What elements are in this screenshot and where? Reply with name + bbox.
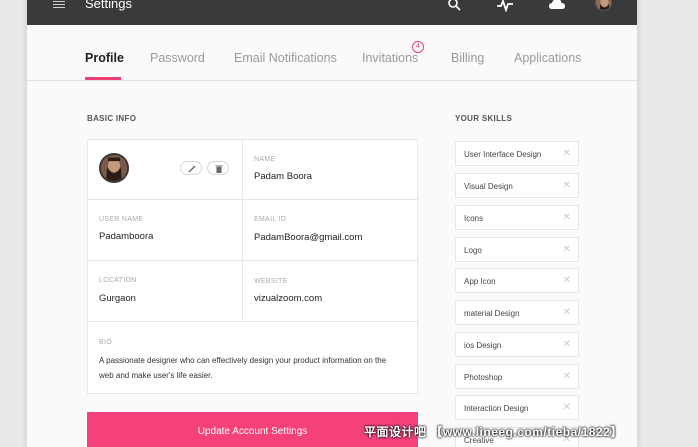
location-value[interactable]: Gurgaon bbox=[99, 293, 136, 304]
skills-heading: YOUR SKILLS bbox=[455, 114, 513, 123]
skill-chip: ios Design ✕ bbox=[455, 332, 579, 357]
pulse-icon[interactable] bbox=[497, 0, 513, 12]
skill-chip: Photoshop ✕ bbox=[455, 364, 579, 389]
bio-label: BIO bbox=[99, 339, 112, 346]
bio-value[interactable]: A passionate designer who can effectivel… bbox=[99, 353, 389, 383]
profile-avatar[interactable] bbox=[99, 153, 129, 183]
menu-icon[interactable] bbox=[53, 1, 65, 9]
email-value[interactable]: PadamBoora@gmail.com bbox=[254, 232, 362, 243]
tab-password[interactable]: Password bbox=[150, 51, 205, 65]
skill-chip: Logo ✕ bbox=[455, 237, 579, 262]
tab-billing[interactable]: Billing bbox=[451, 51, 484, 65]
delete-avatar-button[interactable] bbox=[207, 161, 229, 175]
page-title: Settings bbox=[85, 0, 132, 11]
user-avatar[interactable] bbox=[595, 0, 612, 11]
cloud-icon[interactable] bbox=[549, 0, 565, 12]
name-value[interactable]: Padam Boora bbox=[254, 171, 312, 182]
tab-applications[interactable]: Applications bbox=[514, 51, 581, 65]
basic-info-card: NAME Padam Boora USER NAME Padamboora EM… bbox=[87, 139, 419, 394]
divider bbox=[88, 321, 419, 322]
search-icon[interactable] bbox=[447, 0, 463, 12]
skill-label: ios Design bbox=[464, 341, 502, 350]
remove-icon[interactable]: ✕ bbox=[563, 307, 571, 319]
tab-email-notifications[interactable]: Email Notifications bbox=[234, 51, 337, 65]
skill-label: User Interface Design bbox=[464, 150, 542, 159]
location-label: LOCATION bbox=[99, 277, 137, 284]
watermark: 平面设计吧 【www.lineeg.com/tieba/1822】 bbox=[364, 425, 623, 439]
skill-label: Interaction Design bbox=[464, 404, 529, 413]
tab-profile[interactable]: Profile bbox=[85, 51, 124, 65]
remove-icon[interactable]: ✕ bbox=[563, 275, 571, 287]
skill-label: Logo bbox=[464, 246, 482, 255]
skill-label: App Icon bbox=[464, 277, 496, 286]
remove-icon[interactable]: ✕ bbox=[563, 180, 571, 192]
website-label: WEBSITE bbox=[254, 278, 288, 285]
username-value[interactable]: Padamboora bbox=[99, 231, 153, 242]
skill-label: Icons bbox=[464, 214, 484, 223]
skill-chip: material Design ✕ bbox=[455, 300, 579, 325]
tab-invitations[interactable]: Invitations bbox=[362, 51, 418, 65]
remove-icon[interactable]: ✕ bbox=[563, 212, 571, 224]
username-label: USER NAME bbox=[99, 216, 144, 223]
pencil-icon bbox=[188, 165, 196, 173]
skill-chip: Interaction Design ✕ bbox=[455, 395, 579, 420]
top-bar: Settings bbox=[27, 0, 637, 25]
skill-label: Visual Design bbox=[464, 182, 513, 191]
remove-icon[interactable]: ✕ bbox=[563, 339, 571, 351]
divider bbox=[88, 260, 419, 261]
settings-tabs: Profile Password Email Notifications Inv… bbox=[27, 25, 637, 81]
remove-icon[interactable]: ✕ bbox=[563, 148, 571, 160]
edit-avatar-button[interactable] bbox=[180, 161, 202, 175]
basic-info-heading: BASIC INFO bbox=[87, 114, 137, 123]
name-label: NAME bbox=[254, 156, 276, 163]
remove-icon[interactable]: ✕ bbox=[563, 244, 571, 256]
active-tab-indicator bbox=[85, 77, 121, 80]
skill-chip: App Icon ✕ bbox=[455, 268, 579, 293]
skill-chip: User Interface Design ✕ bbox=[455, 141, 579, 166]
trash-icon bbox=[215, 165, 223, 173]
email-label: EMAIL ID bbox=[254, 216, 287, 223]
remove-icon[interactable]: ✕ bbox=[563, 402, 571, 414]
skill-chip: Icons ✕ bbox=[455, 205, 579, 230]
skill-label: Photoshop bbox=[464, 373, 503, 382]
settings-app: Settings Profile Password Email Notifica… bbox=[27, 0, 637, 447]
invitations-badge: 4 bbox=[412, 41, 424, 53]
skill-chip: Visual Design ✕ bbox=[455, 173, 579, 198]
remove-icon[interactable]: ✕ bbox=[563, 371, 571, 383]
divider bbox=[88, 199, 419, 200]
divider bbox=[242, 140, 243, 321]
website-value[interactable]: vizualzoom.com bbox=[254, 293, 322, 304]
skill-label: material Design bbox=[464, 309, 520, 318]
